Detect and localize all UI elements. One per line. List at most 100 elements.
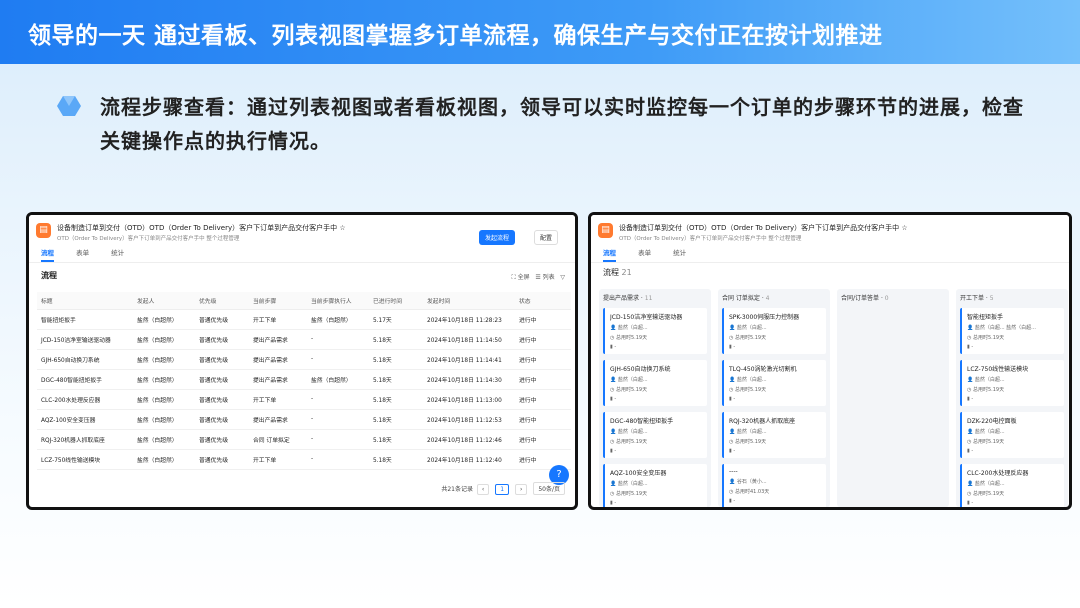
column-header[interactable]: 当前步骤 [249, 292, 307, 310]
tab-form[interactable]: 表单 [638, 247, 651, 260]
prev-page-button[interactable]: ‹ [476, 484, 490, 495]
config-button[interactable]: 配置 [534, 230, 559, 245]
table-row[interactable]: CLC-200水处理反应器 盐然（白超然） 普通优先级 开工下单 -5.18天 2024年… [37, 389, 571, 410]
card-title-line: 智能扭矩扳手 [967, 312, 1059, 321]
kanban-card[interactable]: RQJ-320机器人抓取底座 👤 盐然（白超... ◷ 总用时5.19天 ▮ - [722, 412, 826, 458]
kanban-column-count: 11 [644, 295, 653, 302]
app-icon: ▤ [598, 223, 613, 238]
column-header[interactable]: 已进行时间 [369, 292, 423, 310]
card-extra: - [733, 498, 736, 504]
tab-flow[interactable]: 流程 [603, 247, 616, 262]
kanban-column: 合同/订单答单 · 0 [837, 289, 949, 507]
table-cell: 提出产品需求 [249, 349, 307, 370]
card-owner: 谷石（黄小... [736, 479, 767, 485]
card-time: 总用时5.19天 [972, 491, 1005, 497]
kanban-card[interactable]: GJH-650自动换刀系统 👤 盐然（白超... ◷ 总用时5.19天 ▮ - [603, 360, 707, 406]
table-cell: GJH-650自动换刀系统 [37, 349, 133, 370]
card-owner-line: 👤 盐然（白超... [967, 376, 1059, 383]
column-header[interactable]: 发起人 [133, 292, 195, 310]
table-row[interactable]: AQZ-100安全变压器 盐然（白超然） 普通优先级 提出产品需求 -5.18天 2024… [37, 409, 571, 430]
card-owner-line: 👤 盐然（白超... [729, 376, 821, 383]
card-title-line: CLC-200水处理反应器 [967, 468, 1059, 477]
card-time-line: ◷ 总用时5.19天 [610, 386, 702, 393]
card-time-line: ◷ 总用时5.19天 [967, 438, 1059, 445]
app-icon: ▤ [36, 223, 51, 238]
table-row[interactable]: LCZ-750线性输送模块 盐然（白超然） 普通优先级 开工下单 -5.18天 2024年… [37, 449, 571, 470]
table-cell: - [307, 349, 369, 370]
card-owner-line: 👤 盐然（白超... [610, 324, 702, 331]
card-owner-line: 👤 盐然（白超... [967, 428, 1059, 435]
table-row[interactable]: RQJ-320机器人抓取底座 盐然（白超然） 普通优先级 合同 订单拟定 -5.18天 2… [37, 429, 571, 450]
current-page[interactable]: 1 [495, 484, 510, 495]
card-extra-line: ▮ - [610, 344, 702, 350]
next-page-button[interactable]: › [515, 484, 528, 495]
table-cell: 普通优先级 [195, 409, 249, 430]
table-cell: RQJ-320机器人抓取底座 [37, 429, 133, 450]
user-icon: 👤 [967, 377, 975, 383]
kanban-card[interactable]: CLC-200水处理反应器 👤 盐然（白超... ◷ 总用时5.19天 ▮ - [960, 464, 1064, 507]
table-cell: 提出产品需求 [249, 329, 307, 350]
table-cell: 合同 订单拟定 [249, 429, 307, 450]
card-extra: - [971, 396, 974, 402]
user-icon: 👤 [729, 325, 737, 331]
table-row[interactable]: DGC-480智能扭矩扳手 盐然（白超然） 普通优先级 提出产品需求 盐然（白超然） 5.… [37, 369, 571, 390]
table-row[interactable]: GJH-650自动换刀系统 盐然（白超然） 普通优先级 提出产品需求 -5.18天 202… [37, 349, 571, 370]
kanban-card[interactable]: SPK-3000伺服压力控制器 👤 盐然（白超... ◷ 总用时5.19天 ▮ - [722, 308, 826, 354]
kanban-card[interactable]: DGC-480智能扭矩扳手 👤 盐然（白超... ◷ 总用时5.19天 ▮ - [603, 412, 707, 458]
column-header[interactable]: 发起时间 [423, 292, 515, 310]
list-icon[interactable]: ☰ [535, 274, 540, 281]
fullscreen-icon[interactable]: ⛶ [511, 274, 515, 281]
kanban-card[interactable]: ---- 👤 谷石（黄小... ◷ 总用时41.03天 ▮ - [722, 464, 826, 507]
start-flow-button[interactable]: 发起流程 [479, 230, 516, 245]
card-title-line: TLQ-450涡轮激光切割机 [729, 364, 821, 373]
table-cell: - [307, 449, 369, 470]
kanban-card[interactable]: LCZ-750线性输送模块 👤 盐然（白超... ◷ 总用时5.19天 ▮ - [960, 360, 1064, 406]
table-cell: 进行中 [515, 409, 571, 430]
table-cell: 普通优先级 [195, 389, 249, 410]
kanban-card[interactable]: 智能扭矩扳手 👤 盐然（白超... 盐然（白超... ◷ 总用时5.19天 ▮ - [960, 308, 1064, 354]
table-cell: 盐然（白超然） [133, 309, 195, 330]
column-header[interactable]: 当前步骤执行人 [307, 292, 369, 310]
table-cell: 开工下单 [249, 309, 307, 330]
kanban-column: 提出产品需求 · 11 JCD-150洁净室输送驱动器 👤 盐然（白超... ◷ 总用… [599, 289, 711, 507]
card-title-line: JCD-150洁净室输送驱动器 [610, 312, 702, 321]
table-row[interactable]: 智能扭矩扳手 盐然（白超然） 普通优先级 开工下单 盐然（白超然） 5.17天 2024年1… [37, 309, 571, 330]
card-extra: - [614, 396, 617, 402]
table-cell: 进行中 [515, 389, 571, 410]
kanban-card[interactable]: DZK-220电控面板 👤 盐然（白超... ◷ 总用时5.19天 ▮ - [960, 412, 1064, 458]
card-title: RQJ-320机器人抓取底座 [729, 418, 796, 425]
table-cell: 2024年10月18日 11:14:50 [423, 329, 515, 350]
card-time: 总用时5.19天 [972, 387, 1005, 393]
table-cell: 开工下单 [249, 389, 307, 410]
table-cell: 进行中 [515, 429, 571, 450]
table-cell: 盐然（白超然） [133, 369, 195, 390]
tab-form[interactable]: 表单 [76, 247, 89, 260]
card-owner: 盐然（白超... [617, 429, 648, 435]
card-time: 总用时5.19天 [734, 387, 767, 393]
tab-stats[interactable]: 统计 [111, 247, 124, 260]
card-title-line: SPK-3000伺服压力控制器 [729, 312, 821, 321]
table-cell: 进行中 [515, 349, 571, 370]
card-extra-line: ▮ - [610, 396, 702, 402]
tab-stats[interactable]: 统计 [673, 247, 686, 260]
table-cell: 普通优先级 [195, 329, 249, 350]
column-header[interactable]: 状态 [515, 292, 571, 310]
card-time: 总用时5.19天 [972, 439, 1005, 445]
table-cell: 5.18天 [369, 429, 423, 450]
card-extra-line: ▮ - [729, 396, 821, 402]
kanban-card[interactable]: AQZ-100安全变压器 👤 盐然（白超... ◷ 总用时5.19天 ▮ - [603, 464, 707, 507]
kanban-card[interactable]: JCD-150洁净室输送驱动器 👤 盐然（白超... ◷ 总用时5.19天 ▮ - [603, 308, 707, 354]
card-time-line: ◷ 总用时5.19天 [967, 334, 1059, 341]
table-row[interactable]: JCD-150洁净室输送驱动器 盐然（白超然） 普通优先级 提出产品需求 -5.18天 2… [37, 329, 571, 350]
table-cell: 普通优先级 [195, 309, 249, 330]
column-header[interactable]: 优先级 [195, 292, 249, 310]
list-label[interactable]: 列表 [543, 274, 555, 281]
tab-flow[interactable]: 流程 [41, 247, 54, 262]
filter-icon[interactable]: ▽ [560, 274, 565, 281]
column-header[interactable]: 标题 [37, 292, 133, 310]
user-icon: 👤 [967, 481, 975, 487]
page-size-select[interactable]: 50条/页 [533, 482, 565, 495]
card-owner: 盐然（白超... [736, 377, 767, 383]
fullscreen-label[interactable]: 全屏 [518, 274, 530, 281]
kanban-card[interactable]: TLQ-450涡轮激光切割机 👤 盐然（白超... ◷ 总用时5.19天 ▮ - [722, 360, 826, 406]
